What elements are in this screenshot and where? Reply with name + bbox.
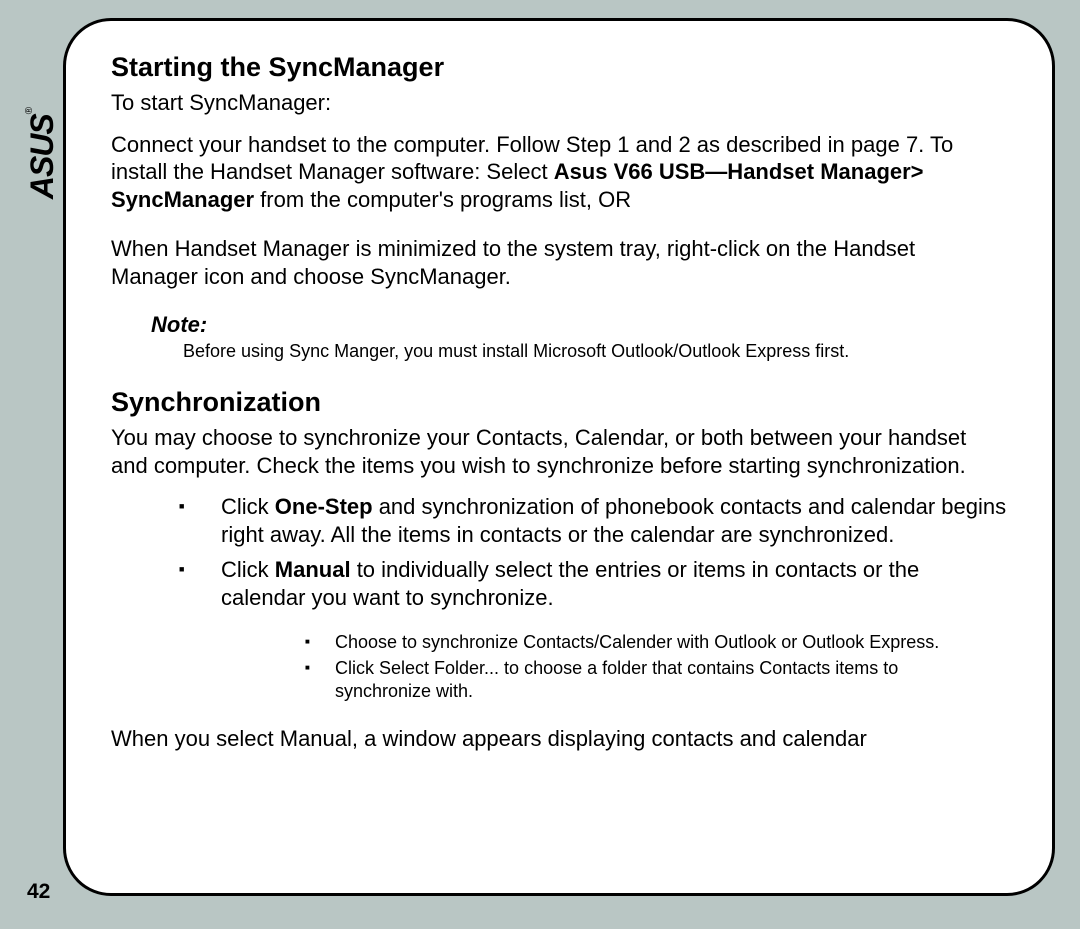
para-manual-window: When you select Manual, a window appears…: [111, 725, 1007, 753]
brand-logo-text: ASUS®: [25, 107, 62, 198]
intro-line: To start SyncManager:: [111, 89, 1007, 117]
list-item: Click Manual to individually select the …: [179, 556, 1007, 611]
para-sync-intro: You may choose to synchronize your Conta…: [111, 424, 1007, 479]
note-label: Note:: [151, 312, 1007, 338]
text-fragment: Click: [221, 557, 275, 582]
manual-sub-list: Choose to synchronize Contacts/Calender …: [111, 631, 1007, 703]
text-fragment: from the computer's programs list, OR: [254, 187, 631, 212]
text-bold-onestep: One-Step: [275, 494, 373, 519]
text-bold-manual: Manual: [275, 557, 351, 582]
para-system-tray: When Handset Manager is minimized to the…: [111, 235, 1007, 290]
manual-page: Starting the SyncManager To start SyncMa…: [63, 18, 1055, 896]
sync-options-list: Click One-Step and synchronization of ph…: [111, 493, 1007, 611]
heading-synchronization: Synchronization: [111, 386, 1007, 418]
note-block: Note: Before using Sync Manger, you must…: [151, 312, 1007, 363]
page-number: 42: [27, 880, 50, 904]
note-text: Before using Sync Manger, you must insta…: [183, 340, 1007, 363]
para-connect-handset: Connect your handset to the computer. Fo…: [111, 131, 1007, 214]
list-item: Click One-Step and synchronization of ph…: [179, 493, 1007, 548]
list-item: Choose to synchronize Contacts/Calender …: [305, 631, 987, 654]
list-item: Click Select Folder... to choose a folde…: [305, 657, 987, 704]
text-fragment: Click: [221, 494, 275, 519]
brand-logo: ASUS®: [28, 78, 58, 228]
heading-starting-syncmanager: Starting the SyncManager: [111, 51, 1007, 83]
